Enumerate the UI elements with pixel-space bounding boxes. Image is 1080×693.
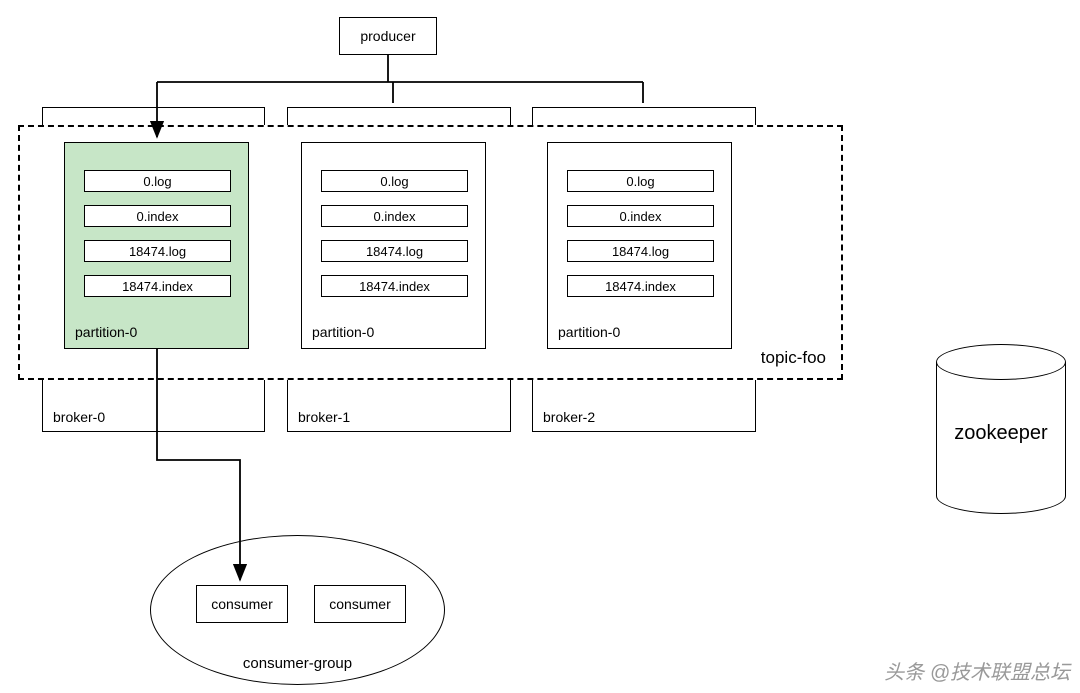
- consumer-group-label: consumer-group: [243, 655, 352, 672]
- p1-file-1: 0.index: [321, 205, 468, 227]
- broker-0-label: broker-0: [53, 409, 105, 425]
- p2-file-0: 0.log: [567, 170, 714, 192]
- producer-box: producer: [339, 17, 437, 55]
- p0-file-3: 18474.index: [84, 275, 231, 297]
- consumer-1-box: consumer: [314, 585, 406, 623]
- partition-1-label: partition-0: [312, 324, 374, 340]
- broker-2-label: broker-2: [543, 409, 595, 425]
- p0-file-1: 0.index: [84, 205, 231, 227]
- p0-file-2: 18474.log: [84, 240, 231, 262]
- partition-2-label: partition-0: [558, 324, 620, 340]
- producer-label: producer: [360, 28, 415, 44]
- p1-file-2: 18474.log: [321, 240, 468, 262]
- p1-file-0: 0.log: [321, 170, 468, 192]
- topic-label: topic-foo: [761, 348, 826, 368]
- consumer-1-label: consumer: [329, 596, 390, 612]
- consumer-0-label: consumer: [211, 596, 272, 612]
- p2-file-3: 18474.index: [567, 275, 714, 297]
- zookeeper-label: zookeeper: [936, 422, 1066, 445]
- partition-0-label: partition-0: [75, 324, 137, 340]
- broker-1-label: broker-1: [298, 409, 350, 425]
- p2-file-2: 18474.log: [567, 240, 714, 262]
- zookeeper-cylinder: zookeeper: [936, 344, 1066, 514]
- p2-file-1: 0.index: [567, 205, 714, 227]
- consumer-0-box: consumer: [196, 585, 288, 623]
- p0-file-0: 0.log: [84, 170, 231, 192]
- watermark-text: 头条 @技术联盟总坛: [884, 656, 1070, 685]
- p1-file-3: 18474.index: [321, 275, 468, 297]
